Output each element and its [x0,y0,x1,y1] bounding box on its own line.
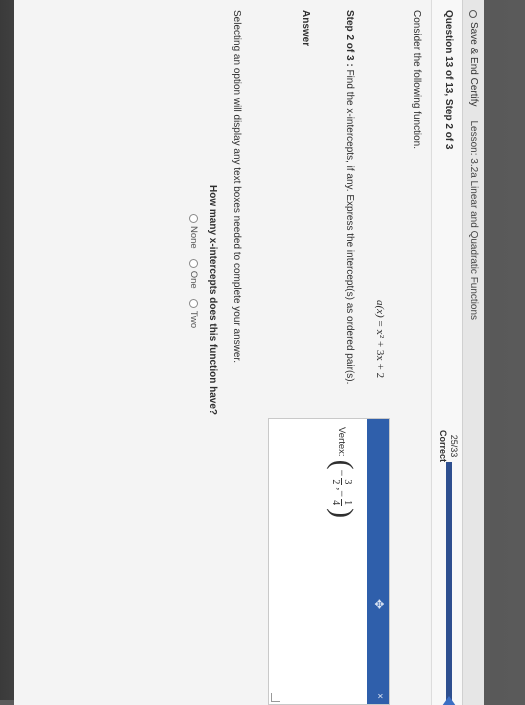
resize-handle-icon[interactable] [271,693,280,702]
intercept-options: None One Two [188,214,199,338]
vertex-readout: Vertex: ( − 3 2 , − 1 4 ) [326,427,359,519]
radio-none[interactable] [189,214,198,223]
paren-close: ) [326,508,359,519]
option-none-label: None [188,226,199,249]
vertex-x-sign: − [335,469,350,477]
top-bar: Save & End Certify Lesson: 3.2a Linear a… [462,0,484,705]
vertex-y-num: 1 [341,499,354,507]
save-icon [469,10,478,18]
step-label: Step 2 of 3 : [344,10,355,67]
vertex-x-fraction: 3 2 [330,478,354,486]
paren-open: ( [326,459,359,470]
option-two-label: Two [188,310,199,329]
progress-bar [446,462,452,705]
step-instruction: Step 2 of 3 : Find the x-intercepts, if … [344,10,355,384]
score-label: Correct [438,430,448,463]
lesson-title: Lesson: 3.2a Linear and Quadratic Functi… [468,120,479,321]
vertex-y-fraction: 1 4 [330,499,354,507]
vertex-x-num: 3 [341,478,354,486]
option-one[interactable]: One [188,258,199,289]
save-end-label: Save & End Certify [468,22,479,107]
radio-one[interactable] [189,258,198,268]
vertex-panel-titlebar[interactable]: ✥ × [367,419,389,704]
function-rhs: = x² + 3x + 2 [374,320,386,379]
vertex-value: ( − 3 2 , − 1 4 ) [326,459,359,519]
progress-arrow-icon [442,696,456,705]
intercepts-question: How many x-intercepts does this function… [207,185,218,416]
vertex-y-sign: − [335,490,350,498]
option-none[interactable]: None [188,214,199,249]
question-header: Question 13 of 13, Step 2 of 3 25/33 Cor… [431,0,462,705]
vertex-panel: ✥ × Vertex: ( − 3 2 , − 1 4 ) [268,418,390,705]
radio-two[interactable] [189,298,198,308]
vertex-y-den: 4 [330,500,342,506]
score-value: 25/33 [449,434,459,458]
save-end-button[interactable]: Save & End Certify [468,10,479,106]
move-icon[interactable]: ✥ [372,599,386,609]
option-two[interactable]: Two [188,298,199,329]
question-number: Question 13 of 13, Step 2 of 3 [443,10,454,150]
function-lhs: a(x) [374,300,386,318]
vertex-label: Vertex: [336,427,348,457]
selecting-note: Selecting an option will display any tex… [231,10,242,363]
screen: Save & End Certify Lesson: 3.2a Linear a… [14,0,484,705]
step-text: Find the x-intercepts, if any. Express t… [344,69,355,385]
close-icon[interactable]: × [374,693,385,699]
answer-label: Answer [300,10,311,47]
function-expression: a(x) = x² + 3x + 2 [374,300,386,378]
score-display: 25/33 Correct [437,430,459,462]
problem-intro: Consider the following function. [411,10,422,149]
vertex-x-den: 2 [330,479,342,485]
option-one-label: One [188,270,199,289]
